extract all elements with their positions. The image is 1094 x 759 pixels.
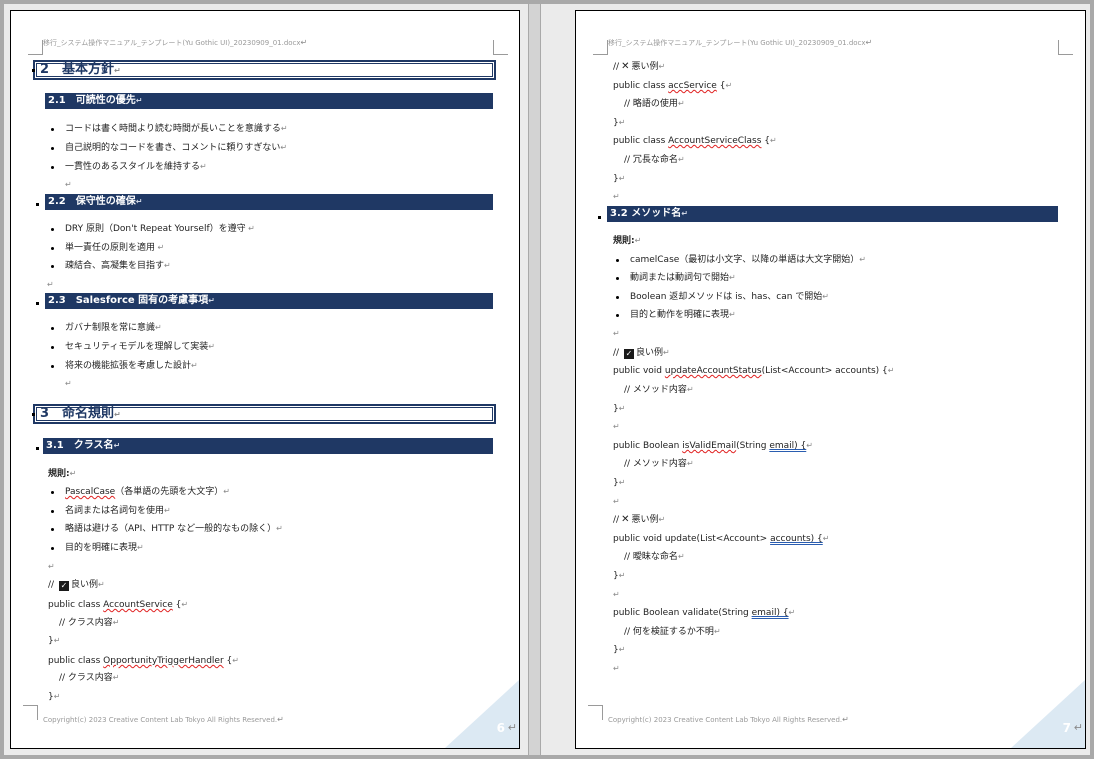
paragraph-mark: ↵	[507, 721, 517, 734]
list-item: コードは書く時間より読む時間が長いことを意識する↵	[51, 124, 288, 134]
crop-mark-bottom-left	[23, 705, 38, 720]
list-item: 疎結合、高凝集を目指す↵	[51, 261, 171, 271]
paragraph-marker	[36, 302, 39, 305]
code-line: // 冗長な命名↵	[624, 155, 685, 165]
paragraph-mark: ↵	[613, 422, 620, 431]
cross-icon: ✕	[621, 61, 630, 72]
list-item: 略語は避ける（API、HTTP など一般的なもの除く）↵	[51, 524, 283, 534]
code-line: }↵	[613, 478, 626, 488]
code-line: // クラス内容↵	[59, 618, 120, 628]
crop-mark-top-right	[1058, 40, 1073, 55]
list-item: セキュリティモデルを理解して実装↵	[51, 342, 215, 352]
list-item: 一貫性のあるスタイルを維持する↵	[51, 162, 207, 172]
list-item: Boolean 返却メソッドは is、has、can で開始↵	[616, 292, 829, 302]
code-line: public class accService {↵	[613, 81, 733, 91]
paragraph-marker	[598, 216, 601, 219]
paragraph-marker	[32, 413, 35, 416]
paragraph-mark: ↵	[48, 562, 55, 571]
list-item: 自己説明的なコードを書き、コメントに頼りすぎない↵	[50, 143, 288, 153]
check-box-icon: ✓	[623, 349, 634, 359]
page-number: 6	[496, 721, 505, 735]
page-footer: Copyright(c) 2023 Creative Content Lab T…	[608, 715, 849, 724]
heading-method-name: 3.2 メソッド名↵	[607, 206, 1058, 222]
list-item: ガバナ制限を常に意識↵	[51, 323, 162, 333]
footer-corner-decoration	[1011, 680, 1085, 748]
code-line: }↵	[48, 692, 61, 702]
crop-mark-bottom-left	[588, 705, 603, 720]
list-item: 名詞または名詞句を使用↵	[51, 506, 171, 516]
code-line: public class OpportunityTriggerHandler {…	[48, 656, 239, 666]
crop-mark-top-left	[28, 40, 43, 55]
paragraph-marker	[36, 203, 39, 206]
paragraph-mark: ↵	[613, 192, 620, 201]
cross-icon: ✕	[621, 514, 630, 525]
paragraph-mark: ↵	[613, 590, 620, 599]
heading-naming-rules: 3 命名規則↵	[33, 404, 496, 424]
code-line: }↵	[613, 645, 626, 655]
code-line: }↵	[613, 118, 626, 128]
code-line: // メソッド内容↵	[624, 385, 694, 395]
page-header: 移行_システム操作マニュアル_テンプレート(Yu Gothic UI)_2023…	[608, 38, 873, 47]
rules-label: 規則:↵	[48, 469, 77, 479]
list-item: 将来の機能拡張を考慮した設計↵	[51, 361, 198, 371]
list-item: 目的を明確に表現↵	[51, 543, 144, 553]
list-item: 目的と動作を明確に表現↵	[616, 310, 736, 320]
bad-example-comment: //✕ 悪い例↵	[613, 61, 666, 72]
paragraph-mark: ↵	[613, 329, 620, 338]
heading-salesforce: 2.3 Salesforce 固有の考慮事項↵	[45, 293, 493, 309]
document-page-7[interactable]: 移行_システム操作マニュアル_テンプレート(Yu Gothic UI)_2023…	[575, 10, 1086, 749]
code-line: public class AccountService {↵	[48, 600, 189, 610]
code-line: public void update(List<Account> account…	[613, 534, 830, 544]
heading-readability: 2.1 可読性の優先↵	[45, 93, 493, 109]
list-item: DRY 原則（Don't Repeat Yourself）を遵守 ↵	[51, 224, 255, 234]
code-line: public Boolean isValidEmail(String email…	[613, 441, 813, 451]
heading-class-name: 3.1 クラス名↵	[43, 438, 493, 454]
rules-label: 規則:↵	[613, 236, 642, 246]
code-line: }↵	[613, 404, 626, 414]
code-line: }↵	[613, 174, 626, 184]
check-box-icon: ✓	[58, 581, 69, 591]
code-line: }↵	[48, 636, 61, 646]
code-line: }↵	[613, 571, 626, 581]
code-line: // クラス内容↵	[59, 673, 120, 683]
code-line: // 何を検証するか不明↵	[624, 627, 721, 637]
code-line: // 略語の使用↵	[624, 99, 685, 109]
paragraph-mark: ↵	[65, 379, 72, 388]
list-item: camelCase（最初は小文字、以降の単語は大文字開始）↵	[616, 255, 866, 265]
code-line: // メソッド内容↵	[624, 459, 694, 469]
code-line: public Boolean validate(String email) {↵	[613, 608, 796, 618]
document-page-6[interactable]: 移行_システム操作マニュアル_テンプレート(Yu Gothic UI)_2023…	[10, 10, 520, 749]
page-gap	[529, 4, 540, 755]
heading-maintainability: 2.2 保守性の確保↵	[45, 194, 493, 210]
paragraph-mark: ↵	[1073, 721, 1083, 734]
paragraph-mark: ↵	[613, 664, 620, 673]
paragraph-marker	[36, 447, 39, 450]
paragraph-marker	[32, 69, 35, 72]
footer-corner-decoration	[445, 680, 519, 748]
paragraph-mark: ↵	[613, 497, 620, 506]
list-item: 単一責任の原則を適用 ↵	[50, 243, 165, 253]
paragraph-mark: ↵	[47, 280, 54, 289]
code-line: // 曖昧な命名↵	[624, 552, 685, 562]
bad-example-comment: //✕ 悪い例↵	[613, 514, 666, 525]
page-header: 移行_システム操作マニュアル_テンプレート(Yu Gothic UI)_2023…	[43, 38, 308, 47]
page-footer: Copyright(c) 2023 Creative Content Lab T…	[43, 715, 284, 724]
paragraph-mark: ↵	[65, 180, 72, 189]
list-item: PascalCase（各単語の先頭を大文字）↵	[51, 487, 230, 497]
page-number: 7	[1062, 721, 1071, 735]
good-example-comment: // ✓ 良い例↵	[48, 580, 105, 591]
good-example-comment: // ✓ 良い例↵	[613, 348, 670, 359]
crop-mark-top-right	[493, 40, 508, 55]
code-line: public void updateAccountStatus(List<Acc…	[613, 366, 895, 376]
crop-mark-top-left	[593, 40, 608, 55]
code-line: public class AccountServiceClass {↵	[613, 136, 777, 146]
heading-basic-policy: 2 基本方針↵	[33, 60, 496, 80]
list-item: 動詞または動詞句で開始↵	[616, 273, 736, 283]
